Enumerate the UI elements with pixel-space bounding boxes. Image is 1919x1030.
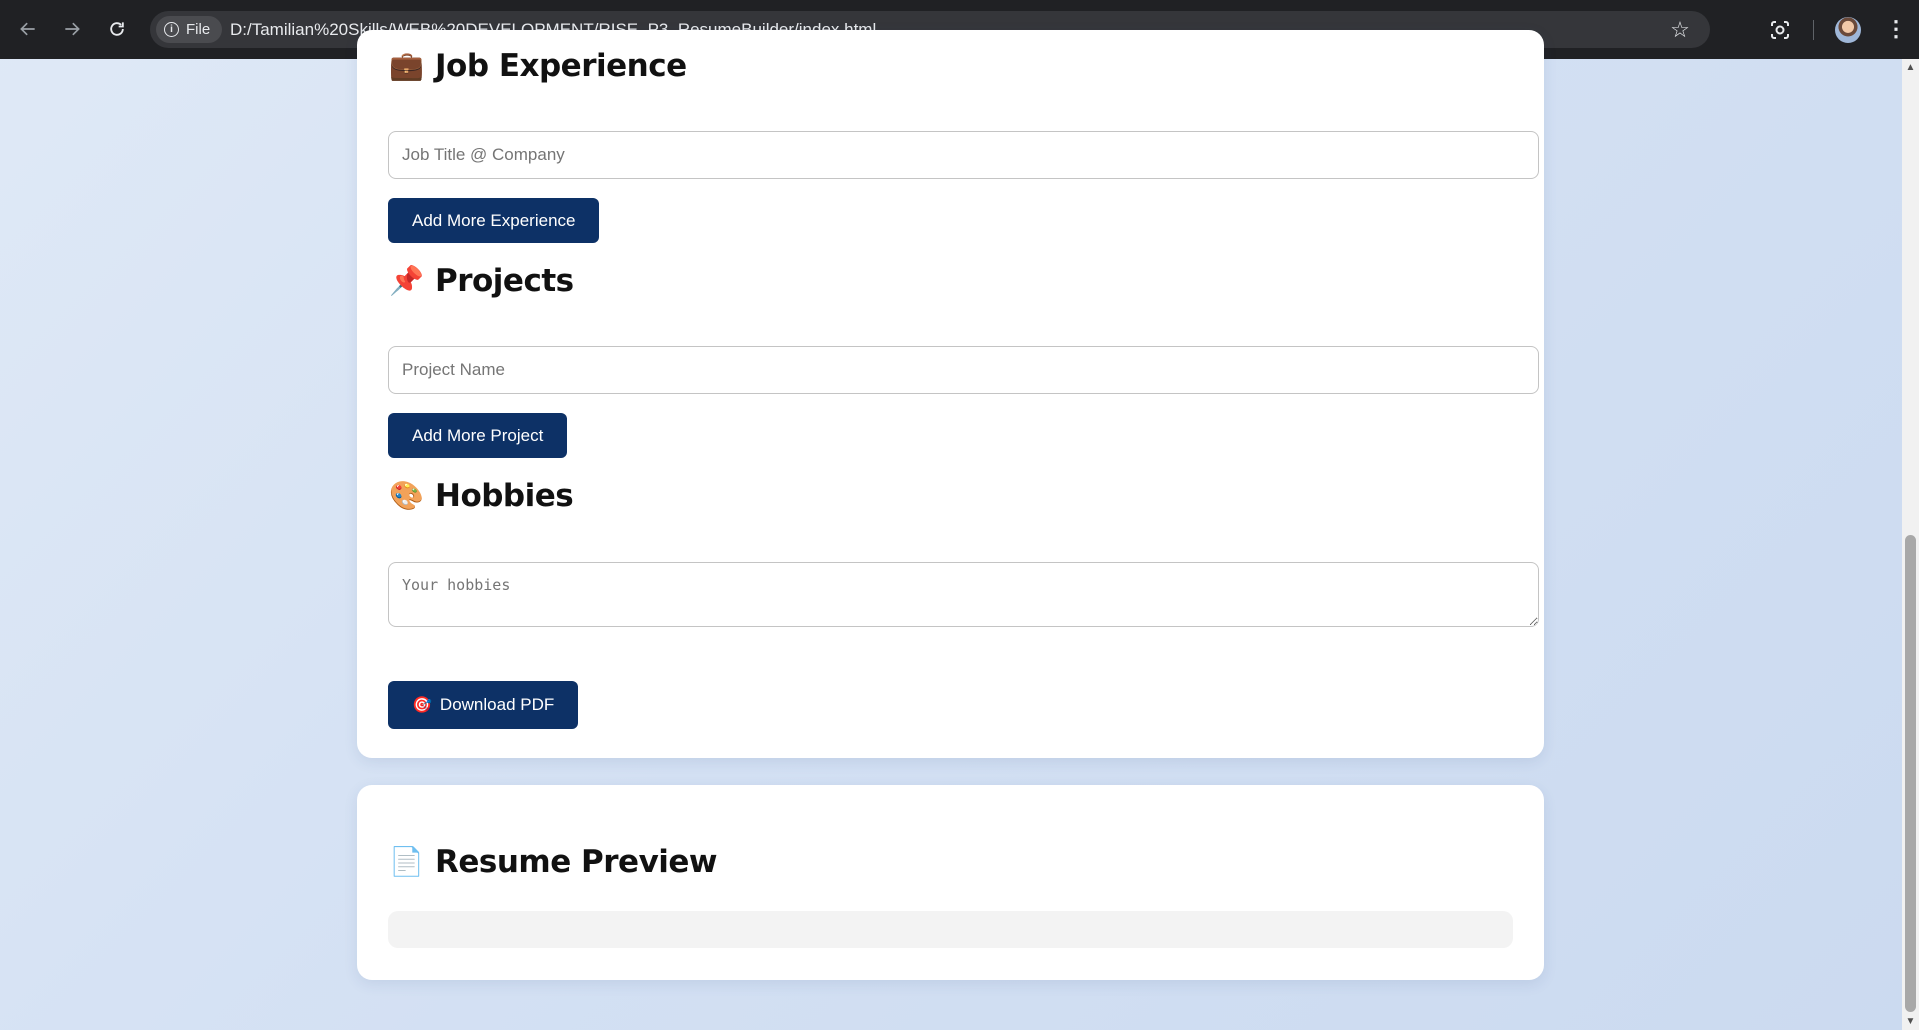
resume-preview-area [388,911,1513,948]
experience-title: Job Experience [435,48,687,84]
briefcase-icon: 💼 [389,50,424,81]
palette-icon: 🎨 [389,480,424,511]
reload-icon[interactable] [103,15,131,43]
target-icon: 🎯 [412,697,432,714]
arrow-left-icon[interactable] [14,15,42,43]
job-experience-input[interactable] [388,131,1539,179]
pushpin-icon: 📌 [389,265,424,296]
resume-preview-card: 📄 Resume Preview [357,785,1544,980]
projects-section-header: 📌 Projects [389,263,574,299]
download-pdf-label: Download PDF [439,695,555,714]
avatar[interactable] [1835,17,1861,43]
scroll-up-arrow-icon[interactable]: ▲ [1902,59,1919,76]
site-info-chip[interactable]: i File [156,16,222,43]
resume-form-card: 💼 Job Experience Add More Experience 📌 P… [357,30,1544,758]
hobbies-title: Hobbies [435,478,574,514]
hobbies-textarea[interactable] [388,562,1539,627]
arrow-right-icon[interactable] [58,15,86,43]
projects-title: Projects [435,263,574,299]
project-name-input[interactable] [388,346,1539,394]
document-icon: 📄 [389,846,424,877]
preview-title: Resume Preview [435,844,718,880]
preview-section-header: 📄 Resume Preview [389,844,718,880]
kebab-menu-icon[interactable]: ⋮ [1884,17,1908,43]
page-scrollbar[interactable]: ▲ ▼ [1902,59,1919,1030]
hobbies-section-header: 🎨 Hobbies [389,478,574,514]
add-project-button[interactable]: Add More Project [388,413,568,458]
scroll-down-arrow-icon[interactable]: ▼ [1902,1013,1919,1030]
google-lens-icon[interactable] [1768,18,1792,42]
file-chip-label: File [186,21,211,38]
add-experience-button[interactable]: Add More Experience [388,198,600,243]
info-icon: i [164,22,179,37]
toolbar-divider [1813,20,1814,40]
download-pdf-button[interactable]: 🎯 Download PDF [388,681,579,729]
experience-section-header: 💼 Job Experience [389,48,687,84]
star-icon[interactable]: ☆ [1668,18,1692,42]
scrollbar-thumb[interactable] [1905,535,1916,1012]
